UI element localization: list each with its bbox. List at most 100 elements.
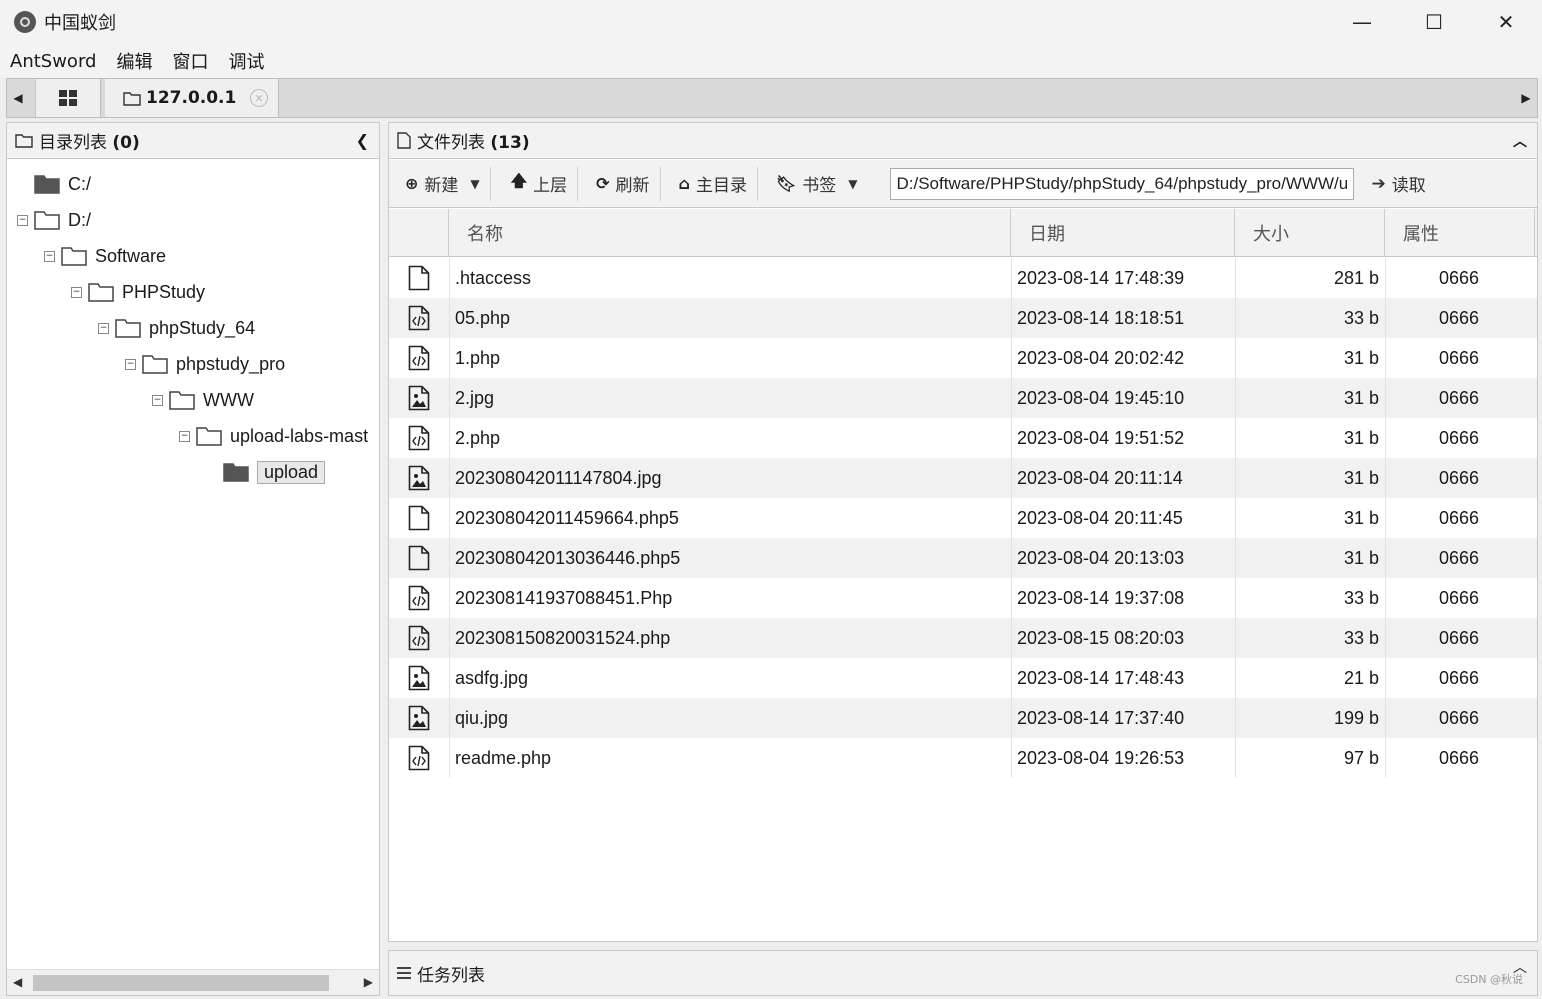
file-row[interactable]: 202308042011147804.jpg 2023-08-04 20:11:1… bbox=[389, 458, 1537, 498]
tab-close-icon[interactable]: ✕ bbox=[250, 89, 268, 107]
column-separator bbox=[449, 338, 450, 378]
file-icon bbox=[408, 545, 430, 571]
arrow-right-icon: ➔ bbox=[1371, 173, 1386, 194]
column-separator bbox=[449, 618, 450, 658]
file-row[interactable]: 202308150820031524.php 2023-08-15 08:20:0… bbox=[389, 618, 1537, 658]
column-separator bbox=[1235, 538, 1236, 578]
collapse-left-icon[interactable]: ❮ bbox=[356, 131, 369, 150]
tree-node[interactable]: upload bbox=[206, 457, 326, 487]
file-row[interactable]: readme.php 2023-08-04 19:26:53 97 b 0666 bbox=[389, 738, 1537, 778]
arrow-up-icon: 🡅 bbox=[510, 171, 528, 190]
code-file-icon bbox=[408, 305, 430, 331]
tree-node-label: PHPStudy bbox=[122, 281, 206, 302]
tab-scroll-right-icon[interactable]: ▶ bbox=[1515, 79, 1537, 117]
file-type-cell bbox=[403, 418, 435, 458]
tree-node-label: WWW bbox=[203, 389, 254, 410]
close-button[interactable]: ✕ bbox=[1470, 0, 1542, 44]
refresh-button[interactable]: ⟳ 刷新 bbox=[578, 166, 661, 201]
scroll-left-icon[interactable]: ◀ bbox=[13, 975, 22, 989]
collapse-up-icon[interactable]: ︿ bbox=[1513, 131, 1527, 151]
column-separator bbox=[449, 418, 450, 458]
tab-scroll-left-icon[interactable]: ◀ bbox=[7, 79, 29, 117]
folder-outline-icon bbox=[123, 91, 141, 106]
file-date: 2023-08-14 18:18:51 bbox=[1017, 307, 1185, 328]
tab-home[interactable] bbox=[35, 79, 101, 117]
column-separator bbox=[449, 298, 450, 338]
file-attr: 0666 bbox=[1439, 347, 1480, 368]
file-row[interactable]: 2.php 2023-08-04 19:51:52 31 b 0666 bbox=[389, 418, 1537, 458]
file-row[interactable]: .htaccess 2023-08-14 17:48:39 281 b 0666 bbox=[389, 258, 1537, 298]
column-separator bbox=[449, 458, 450, 498]
new-button[interactable]: ⊕ 新建 ▼ bbox=[389, 166, 491, 201]
file-row[interactable]: 202308042013036446.php5 2023-08-04 20:13:… bbox=[389, 538, 1537, 578]
tree-node[interactable]: − upload-labs-mast bbox=[179, 421, 368, 451]
scroll-right-icon[interactable]: ▶ bbox=[364, 975, 373, 989]
tree-node[interactable]: − phpStudy_64 bbox=[98, 313, 255, 343]
file-row[interactable]: 05.php 2023-08-14 18:18:51 33 b 0666 bbox=[389, 298, 1537, 338]
column-separator bbox=[1235, 458, 1236, 498]
bookmark-icon: 🔖︎ bbox=[775, 174, 797, 193]
folder-outline-icon bbox=[15, 134, 33, 148]
minimize-button[interactable]: — bbox=[1326, 0, 1398, 44]
file-size: 31 b bbox=[1343, 427, 1379, 448]
tree-node[interactable]: − PHPStudy bbox=[71, 277, 205, 307]
tree-node[interactable]: − phpstudy_pro bbox=[125, 349, 285, 379]
tree-node[interactable]: − Software bbox=[44, 241, 166, 271]
column-separator bbox=[1235, 378, 1236, 418]
plus-circle-icon: ⊕ bbox=[405, 174, 419, 193]
tree-node-label: phpstudy_pro bbox=[176, 353, 286, 374]
folder-outline-icon bbox=[34, 211, 60, 230]
column-separator bbox=[449, 698, 450, 738]
column-separator bbox=[1011, 658, 1012, 698]
header-size[interactable]: 大小 bbox=[1235, 209, 1385, 257]
menu-edit[interactable]: 编辑 bbox=[106, 48, 162, 74]
file-size: 33 b bbox=[1343, 587, 1379, 608]
menu-window[interactable]: 窗口 bbox=[162, 48, 218, 74]
tree-node[interactable]: − WWW bbox=[152, 385, 254, 415]
tree-horizontal-scrollbar[interactable]: ◀ ▶ bbox=[7, 969, 379, 995]
header-name[interactable]: 名称 bbox=[449, 209, 1011, 257]
file-size: 21 b bbox=[1343, 667, 1379, 688]
file-type-cell bbox=[403, 658, 435, 698]
file-name: 202308042013036446.php5 bbox=[455, 547, 681, 568]
path-input[interactable] bbox=[889, 167, 1354, 200]
tree-collapse-icon[interactable]: − bbox=[44, 250, 55, 262]
file-date: 2023-08-04 20:02:42 bbox=[1017, 347, 1185, 368]
file-row[interactable]: asdfg.jpg 2023-08-14 17:48:43 21 b 0666 bbox=[389, 658, 1537, 698]
read-button[interactable]: ➔ 读取 bbox=[1371, 171, 1426, 197]
column-separator bbox=[1385, 258, 1386, 298]
file-row[interactable]: 2.jpg 2023-08-04 19:45:10 31 b 0666 bbox=[389, 378, 1537, 418]
scrollbar-thumb[interactable] bbox=[33, 975, 329, 991]
tree-collapse-icon[interactable]: − bbox=[71, 286, 82, 298]
column-separator bbox=[1011, 258, 1012, 298]
tree-collapse-icon[interactable]: − bbox=[179, 430, 190, 442]
tree-node[interactable]: − D:/ bbox=[17, 205, 91, 235]
file-row[interactable]: 202308042011459664.php5 2023-08-04 20:11:… bbox=[389, 498, 1537, 538]
directory-panel-title: 目录列表 (0) bbox=[39, 133, 140, 153]
caret-down-icon: ▼ bbox=[470, 176, 480, 191]
bookmark-button[interactable]: 🔖︎ 书签 ▼ bbox=[758, 167, 868, 201]
up-level-button[interactable]: 🡅 上层 bbox=[491, 166, 579, 201]
file-date: 2023-08-04 19:26:53 bbox=[1017, 747, 1185, 768]
code-file-icon bbox=[408, 425, 430, 451]
tree-collapse-icon[interactable]: − bbox=[152, 394, 163, 406]
file-row[interactable]: 1.php 2023-08-04 20:02:42 31 b 0666 bbox=[389, 338, 1537, 378]
menu-antsword[interactable]: AntSword bbox=[0, 51, 106, 72]
file-type-cell bbox=[403, 618, 435, 658]
home-dir-button[interactable]: ⌂ 主目录 bbox=[661, 166, 758, 201]
header-attr[interactable]: 属性 bbox=[1385, 209, 1535, 257]
file-row[interactable]: qiu.jpg 2023-08-14 17:37:40 199 b 0666 bbox=[389, 698, 1537, 738]
file-grid-header: 名称 日期 大小 属性 bbox=[389, 209, 1537, 257]
tab-host[interactable]: 127.0.0.1 ✕ bbox=[105, 79, 279, 117]
header-date[interactable]: 日期 bbox=[1011, 209, 1235, 257]
maximize-button[interactable]: ☐ bbox=[1398, 0, 1470, 44]
tree-node[interactable]: C:/ bbox=[17, 169, 91, 199]
menu-debug[interactable]: 调试 bbox=[218, 48, 274, 74]
tree-collapse-icon[interactable]: − bbox=[17, 214, 28, 226]
file-size: 33 b bbox=[1343, 627, 1379, 648]
tree-collapse-icon[interactable]: − bbox=[125, 358, 136, 370]
tree-collapse-icon[interactable]: − bbox=[98, 322, 109, 334]
file-row[interactable]: 202308141937088451.Php 2023-08-14 19:37:0… bbox=[389, 578, 1537, 618]
folder-outline-icon bbox=[61, 247, 87, 266]
file-type-cell bbox=[403, 538, 435, 578]
